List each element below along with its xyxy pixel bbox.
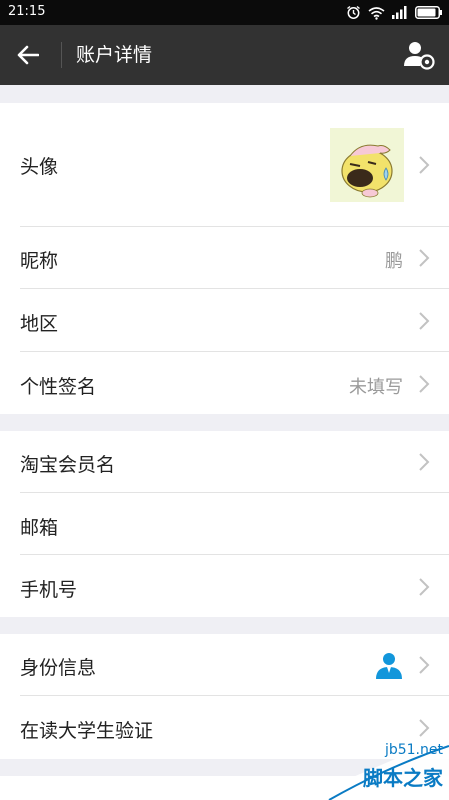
taobao-row[interactable]: 淘宝会员名 bbox=[0, 431, 449, 493]
page-title: 账户详情 bbox=[76, 44, 153, 66]
chevron-right-icon bbox=[419, 312, 430, 330]
chevron-right-icon bbox=[419, 375, 430, 393]
back-button[interactable] bbox=[14, 41, 42, 69]
account-binding-group: 淘宝会员名 邮箱 手机号 bbox=[0, 431, 449, 617]
status-icons bbox=[346, 4, 443, 21]
profile-group: 头像 昵称 鹏 地区 个性签名 未填写 bbox=[0, 103, 449, 414]
phone-label: 手机号 bbox=[20, 579, 78, 601]
chevron-right-icon bbox=[419, 453, 430, 471]
avatar bbox=[330, 128, 404, 202]
chevron-right-icon bbox=[419, 719, 430, 737]
signature-row[interactable]: 个性签名 未填写 bbox=[0, 352, 449, 414]
taobao-label: 淘宝会员名 bbox=[20, 454, 116, 476]
chevron-right-icon bbox=[419, 249, 430, 267]
avatar-row[interactable]: 头像 bbox=[0, 103, 449, 227]
student-verification-label: 在读大学生验证 bbox=[20, 720, 154, 742]
phone-row[interactable]: 手机号 bbox=[0, 555, 449, 617]
identity-row[interactable]: 身份信息 bbox=[0, 634, 449, 696]
avatar-label: 头像 bbox=[20, 156, 59, 178]
nickname-label: 昵称 bbox=[20, 250, 59, 272]
battery-icon bbox=[415, 6, 442, 19]
user-settings-icon bbox=[404, 42, 435, 70]
signature-label: 个性签名 bbox=[20, 376, 97, 398]
header-divider bbox=[61, 42, 62, 68]
nickname-row[interactable]: 昵称 鹏 bbox=[0, 227, 449, 289]
watermark-name: 脚本之家 bbox=[363, 766, 443, 790]
status-bar: 21:15 bbox=[0, 0, 449, 25]
status-time: 21:15 bbox=[8, 4, 46, 19]
watermark-site: jb51.net bbox=[384, 742, 443, 758]
chevron-right-icon bbox=[419, 578, 430, 596]
nickname-value: 鹏 bbox=[385, 251, 403, 272]
wifi-icon bbox=[368, 6, 385, 20]
alarm-icon bbox=[347, 5, 360, 19]
chevron-right-icon bbox=[419, 656, 430, 674]
back-arrow-icon bbox=[17, 45, 39, 65]
identity-user-icon bbox=[376, 653, 402, 679]
email-row[interactable]: 邮箱 bbox=[0, 493, 449, 555]
watermark: jb51.net 脚本之家 bbox=[299, 736, 449, 800]
app-header: 账户详情 bbox=[0, 25, 449, 85]
chevron-right-icon bbox=[419, 156, 430, 174]
email-label: 邮箱 bbox=[20, 517, 59, 539]
region-label: 地区 bbox=[20, 313, 59, 335]
identity-label: 身份信息 bbox=[20, 657, 97, 679]
account-settings-button[interactable] bbox=[403, 39, 437, 71]
region-row[interactable]: 地区 bbox=[0, 289, 449, 352]
signature-value: 未填写 bbox=[349, 377, 403, 398]
signal-icon bbox=[392, 6, 407, 19]
